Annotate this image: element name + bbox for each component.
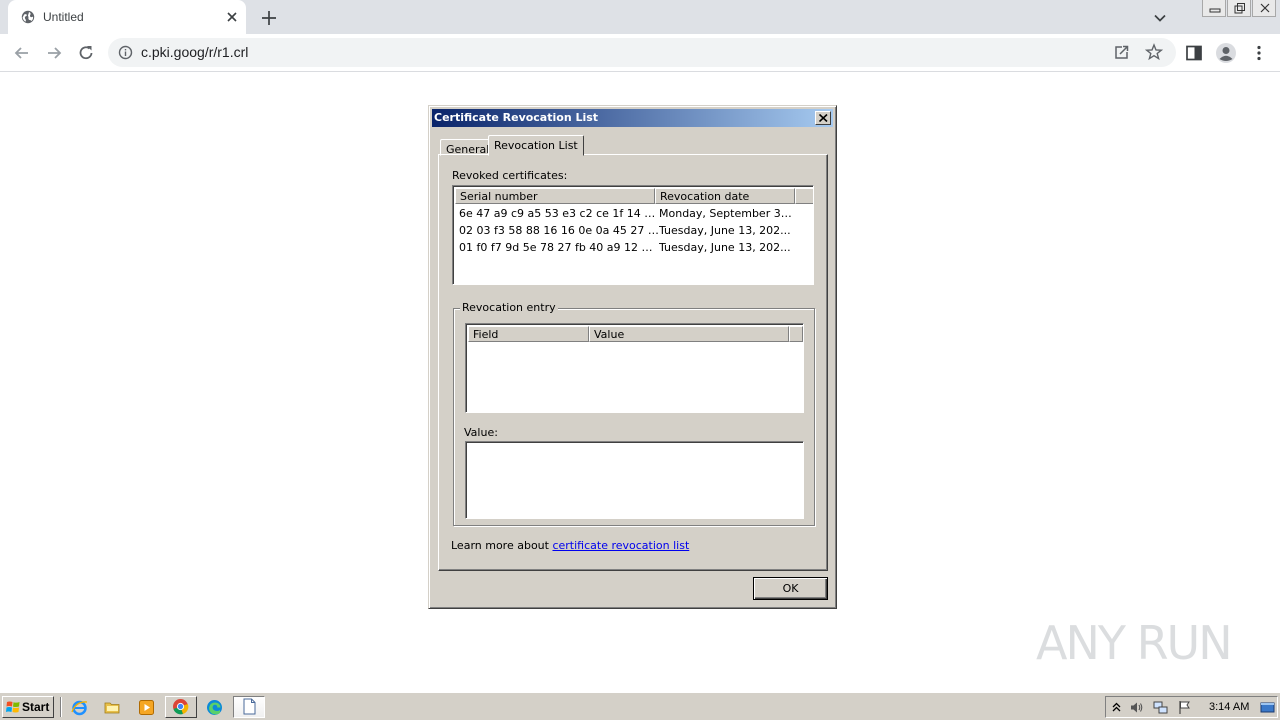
column-value[interactable]: Value	[589, 326, 789, 342]
date-cell: Tuesday, June 13, 202...	[659, 224, 791, 237]
media-player-icon[interactable]	[138, 699, 155, 716]
table-row[interactable]: 01 f0 f7 9d 5e 78 27 fb 40 a9 12 b3 10 Tu…	[459, 241, 794, 258]
dialog-title: Certificate Revocation List	[434, 111, 599, 124]
close-window-button[interactable]	[1252, 0, 1276, 17]
folder-icon[interactable]	[104, 699, 121, 716]
table-row[interactable]: 02 03 f3 58 88 16 16 0e 0a 45 27 f2 a5 Tu…	[459, 224, 794, 241]
profile-icon[interactable]	[1215, 42, 1237, 64]
windows-logo-icon	[6, 701, 20, 713]
plus-icon[interactable]	[258, 7, 280, 29]
watermark-logo: ANY RUN	[1036, 606, 1236, 670]
close-icon	[1260, 3, 1270, 13]
column-serial-number[interactable]: Serial number	[455, 188, 655, 204]
side-panel-icon[interactable]	[1184, 43, 1204, 63]
restore-icon	[1234, 3, 1245, 14]
date-cell: Monday, September 30,...	[659, 207, 794, 220]
revocation-entry-label: Revocation entry	[460, 301, 558, 314]
serial-cell: 02 03 f3 58 88 16 16 0e 0a 45 27 f2 a5	[459, 224, 659, 237]
crl-dialog: Certificate Revocation List General Revo…	[428, 105, 837, 609]
ok-button[interactable]: OK	[753, 577, 828, 600]
flag-icon[interactable]	[1177, 700, 1192, 715]
tab-title: Untitled	[43, 10, 84, 24]
reload-icon[interactable]	[76, 43, 96, 63]
start-label: Start	[22, 700, 50, 714]
kebab-menu-icon[interactable]	[1249, 43, 1269, 63]
close-icon[interactable]	[224, 9, 240, 25]
chevron-down-icon[interactable]	[1151, 9, 1169, 27]
crl-help-link[interactable]: certificate revocation list	[552, 539, 689, 552]
revoked-list-header: Serial number Revocation date	[455, 188, 813, 204]
restore-button[interactable]	[1227, 0, 1251, 17]
arrow-left-icon[interactable]	[12, 43, 32, 63]
entry-list-header: Field Value	[468, 326, 803, 342]
serial-cell: 01 f0 f7 9d 5e 78 27 fb 40 a9 12 b3 10	[459, 241, 659, 254]
minimize-icon	[1209, 8, 1221, 13]
clock[interactable]: 3:14 AM	[1209, 701, 1249, 713]
revocation-entry-list[interactable]: Field Value	[465, 323, 804, 413]
date-cell: Tuesday, June 13, 202...	[659, 241, 791, 254]
chrome-icon	[173, 699, 189, 715]
taskbar-active-window-button[interactable]	[233, 696, 265, 718]
watermark-text: ANY RUN	[1036, 616, 1233, 670]
revoked-certificates-label: Revoked certificates:	[452, 169, 568, 182]
document-icon	[243, 698, 256, 715]
tab-revocation-list-label: Revocation List	[494, 139, 578, 152]
value-label: Value:	[464, 426, 498, 439]
taskbar: Start 3:14 AM	[0, 692, 1280, 720]
internet-explorer-icon[interactable]	[71, 699, 88, 716]
info-icon[interactable]	[118, 45, 133, 60]
window-controls	[1201, 0, 1276, 18]
revoked-certificates-list[interactable]: Serial number Revocation date 6e 47 a9 c…	[452, 185, 814, 285]
column-empty	[789, 326, 803, 342]
learn-more-text: Learn more about certificate revocation …	[451, 539, 689, 552]
close-icon	[819, 114, 828, 122]
browser-tabstrip: Untitled	[0, 0, 1280, 34]
taskbar-separator	[60, 697, 62, 717]
column-field[interactable]: Field	[468, 326, 589, 342]
table-row[interactable]: 6e 47 a9 c9 a5 53 e3 c2 ce 1f 14 4e ... M…	[459, 207, 794, 224]
value-textbox[interactable]	[465, 441, 804, 519]
star-icon[interactable]	[1145, 43, 1163, 61]
dialog-close-button[interactable]	[815, 111, 831, 125]
globe-icon	[21, 10, 35, 24]
url-text[interactable]: c.pki.goog/r/r1.crl	[141, 44, 248, 60]
volume-icon[interactable]	[1129, 700, 1144, 715]
show-desktop-icon[interactable]	[1260, 700, 1275, 715]
start-button[interactable]: Start	[2, 696, 54, 718]
dialog-titlebar[interactable]: Certificate Revocation List	[432, 109, 833, 127]
column-empty	[795, 188, 813, 204]
chevron-up-icon[interactable]	[1109, 700, 1124, 715]
revocation-entry-group: Revocation entry Field Value Value:	[453, 301, 815, 526]
arrow-right-icon[interactable]	[44, 43, 64, 63]
column-revocation-date[interactable]: Revocation date	[655, 188, 795, 204]
share-icon[interactable]	[1113, 44, 1130, 61]
browser-tab[interactable]: Untitled	[8, 0, 246, 34]
minimize-button[interactable]	[1202, 0, 1226, 17]
edge-icon[interactable]	[206, 699, 223, 716]
tab-revocation-list[interactable]: Revocation List	[488, 135, 584, 156]
serial-cell: 6e 47 a9 c9 a5 53 e3 c2 ce 1f 14 4e ...	[459, 207, 659, 220]
learn-more-prefix: Learn more about	[451, 539, 553, 552]
address-bar[interactable]: c.pki.goog/r/r1.crl	[108, 38, 1176, 67]
taskbar-chrome-button[interactable]	[165, 696, 197, 718]
network-icon[interactable]	[1153, 700, 1168, 715]
system-tray: 3:14 AM	[1105, 696, 1278, 718]
browser-toolbar: c.pki.goog/r/r1.crl	[0, 34, 1280, 72]
